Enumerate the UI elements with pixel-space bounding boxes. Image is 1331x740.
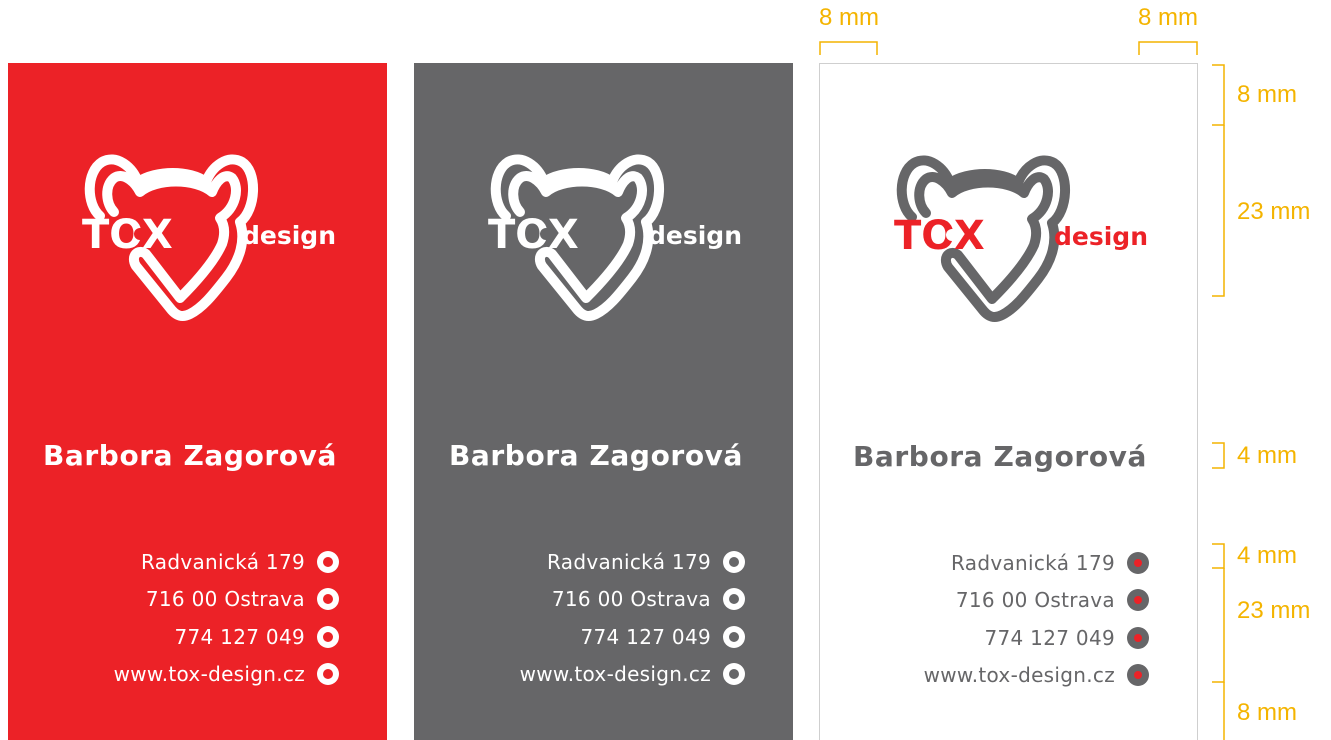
dimension-brackets xyxy=(819,41,1225,740)
dimension-label-bottom: 8 mm xyxy=(1237,699,1297,726)
dimension-label-right-top: 8 mm xyxy=(1237,81,1297,108)
dimension-label-contacts-height: 23 mm xyxy=(1237,597,1311,624)
dimension-label-name-height: 4 mm xyxy=(1237,442,1297,469)
dimension-label-logo-height: 23 mm xyxy=(1237,198,1311,225)
dimension-label-gap: 4 mm xyxy=(1237,542,1297,569)
